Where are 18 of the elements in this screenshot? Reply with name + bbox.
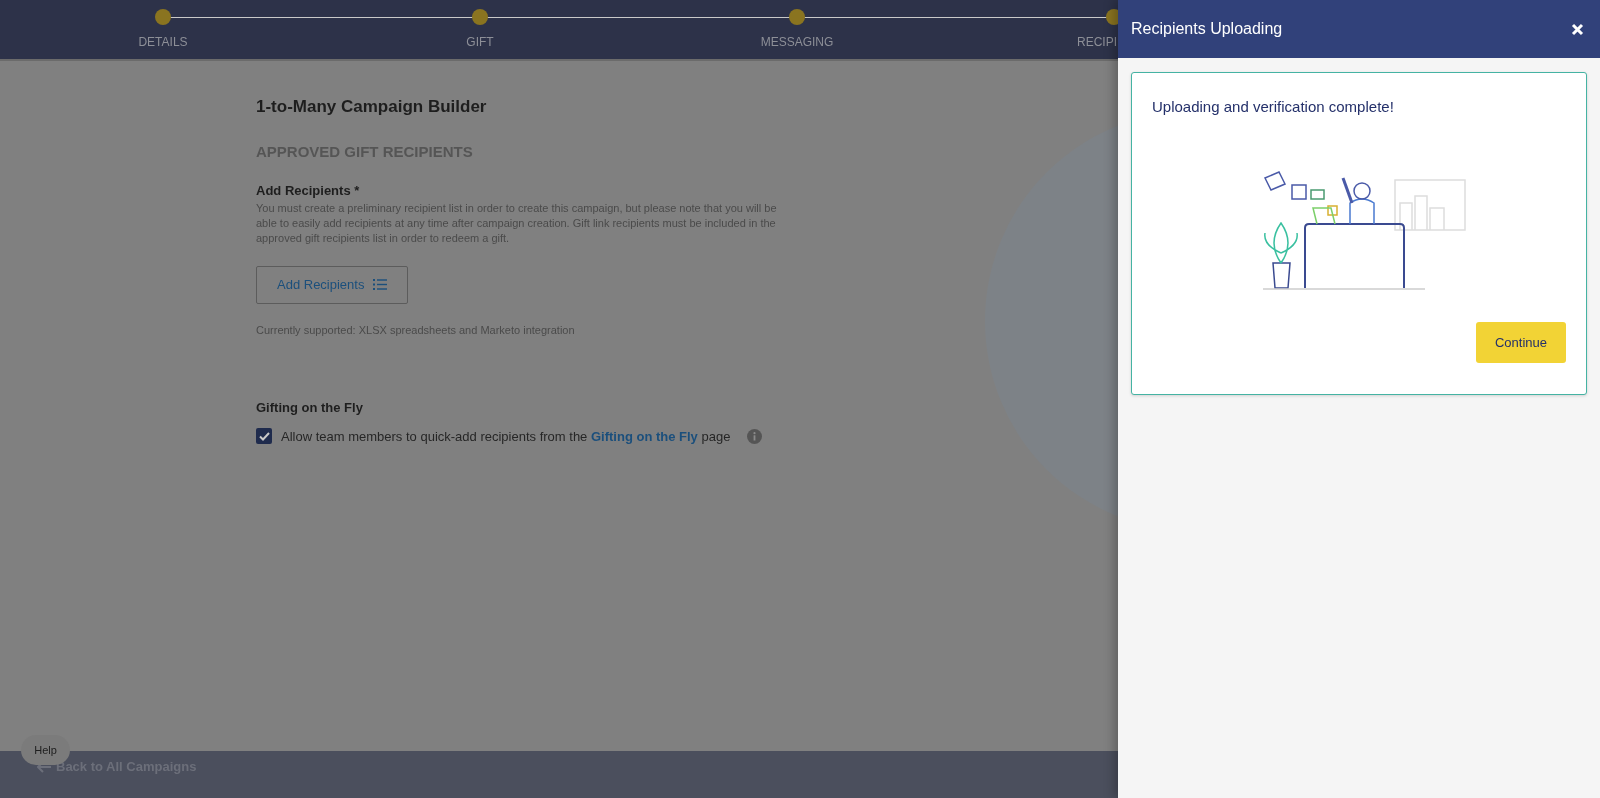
section-heading: Gifting on the Fly: [256, 399, 364, 417]
step-label[interactable]: RECIPI: [1077, 33, 1117, 51]
gifting-link[interactable]: Gifting on the Fly: [590, 428, 698, 444]
list-icon: [373, 279, 388, 290]
field-label: Add Recipients *: [256, 182, 361, 200]
status-message: Uploading and verification complete!: [1152, 97, 1394, 117]
step-label[interactable]: MESSAGING: [760, 33, 834, 51]
help-button[interactable]: Help: [21, 735, 70, 765]
continue-button[interactable]: Continue: [1476, 322, 1566, 363]
page-title: 1-to-Many Campaign Builder: [256, 96, 488, 118]
step-label[interactable]: GIFT: [466, 33, 494, 51]
checkbox-label: Allow team members to quick-add recipients from the Gifting on the Fly page: [281, 427, 731, 446]
panel-title: Recipients Uploading: [1131, 19, 1283, 39]
add-recipients-button[interactable]: Add Recipients: [256, 265, 409, 304]
step-label[interactable]: DETAILS: [138, 33, 188, 51]
close-icon[interactable]: [1571, 22, 1584, 36]
checkbox[interactable]: [256, 428, 272, 445]
info-icon[interactable]: [747, 428, 763, 444]
